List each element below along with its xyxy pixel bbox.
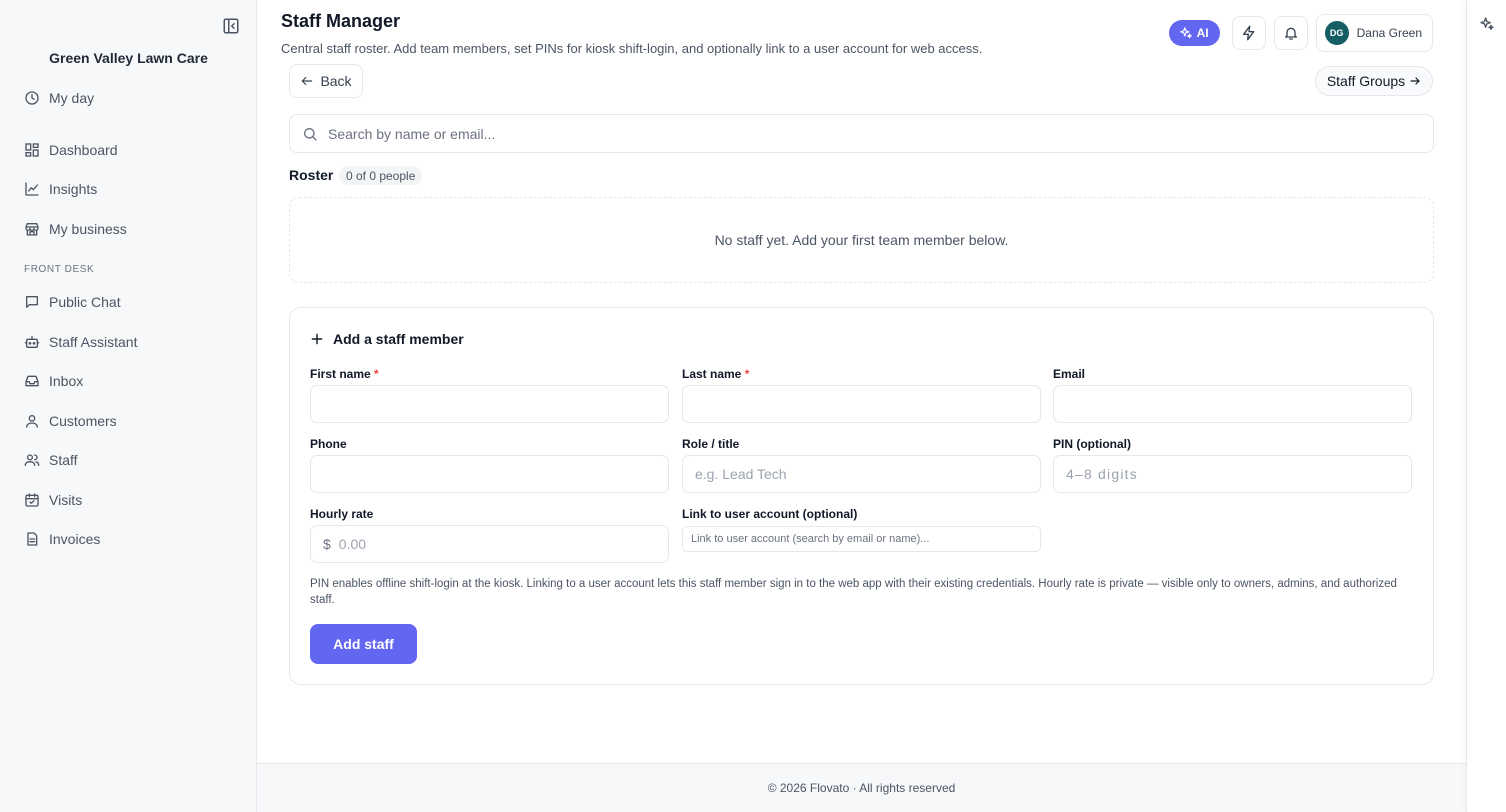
required-mark: * [374, 367, 379, 381]
staff-groups-button[interactable]: Staff Groups [1315, 66, 1433, 96]
first-name-input[interactable] [310, 385, 669, 423]
search-bar [289, 114, 1434, 153]
sidebar-item-invoices[interactable]: Invoices [24, 527, 100, 551]
staff-groups-label: Staff Groups [1326, 73, 1406, 89]
add-staff-heading: Add a staff member [310, 331, 464, 347]
required-mark: * [744, 367, 750, 381]
line-chart-icon [24, 181, 40, 197]
role-label: Role / title [682, 437, 740, 451]
sidebar-item-inbox[interactable]: Inbox [24, 369, 83, 393]
hourly-rate-input[interactable] [338, 536, 656, 552]
page-title: Staff Manager [281, 11, 401, 31]
sidebar-item-label: My business [49, 221, 127, 237]
sidebar-item-label: Dashboard [49, 142, 118, 158]
arrow-right-icon [1409, 75, 1421, 87]
ai-button[interactable]: AI [1168, 20, 1220, 46]
sidebar-item-staff-assistant[interactable]: Staff Assistant [24, 330, 137, 354]
right-rail [1466, 0, 1506, 812]
hourly-rate-field: $ [310, 525, 669, 563]
document-icon [24, 531, 40, 547]
sidebar-item-label: Inbox [49, 373, 84, 389]
add-staff-title: Add a staff member [333, 331, 464, 347]
notifications-button[interactable] [1273, 16, 1308, 50]
store-icon [24, 221, 40, 237]
lightning-icon [1241, 25, 1257, 41]
top-actions: AI DG Dana Green [1168, 14, 1433, 52]
last-name-input[interactable] [682, 385, 1041, 423]
back-button-label: Back [320, 73, 352, 89]
pin-input[interactable] [1053, 455, 1412, 493]
role-input[interactable] [682, 455, 1041, 493]
roster-heading: Roster [289, 167, 334, 183]
roster-empty-state: No staff yet. Add your first team member… [289, 197, 1434, 283]
section-front-desk: FRONT DESK [24, 264, 95, 275]
last-name-label: Last name * [682, 367, 749, 381]
hourly-rate-label: Hourly rate [310, 507, 374, 521]
sidebar-item-my-business[interactable]: My business [24, 217, 127, 241]
currency-prefix: $ [323, 536, 331, 552]
last-name-label-text: Last name [682, 367, 742, 381]
sparkles-icon[interactable] [1479, 16, 1495, 32]
back-button[interactable]: Back [289, 64, 363, 98]
email-label: Email [1053, 367, 1086, 381]
email-input[interactable] [1053, 385, 1412, 423]
add-staff-card: Add a staff member First name * Last nam… [289, 307, 1434, 685]
avatar: DG [1324, 21, 1349, 45]
first-name-label-text: First name [310, 367, 371, 381]
link-account-label: Link to user account (optional) [682, 507, 858, 521]
search-input[interactable] [328, 125, 1421, 142]
arrow-left-icon [300, 74, 314, 88]
pin-label: PIN (optional) [1053, 437, 1131, 451]
inbox-icon [24, 373, 40, 389]
sparkles-icon [1179, 26, 1193, 40]
sidebar-item-label: Insights [49, 181, 98, 197]
footer: © 2026 Flovato · All rights reserved [257, 763, 1466, 812]
bot-icon [24, 334, 40, 350]
form-help-text: PIN enables offline shift-login at the k… [310, 578, 1397, 606]
page-subtitle: Central staff roster. Add team members, … [281, 41, 983, 56]
phone-label: Phone [310, 437, 347, 451]
chat-bubble-icon [24, 294, 40, 310]
dashboard-grid-icon [24, 142, 40, 158]
sidebar-item-label: Customers [49, 413, 117, 429]
add-staff-button[interactable]: Add staff [310, 624, 417, 664]
sidebar-item-insights[interactable]: Insights [24, 177, 97, 201]
link-account-input[interactable] [682, 526, 1041, 552]
sidebar-item-label: Invoices [49, 531, 101, 547]
user-icon [24, 413, 40, 429]
phone-input[interactable] [310, 455, 669, 493]
sidebar-item-dashboard[interactable]: Dashboard [24, 138, 118, 162]
sidebar-item-public-chat[interactable]: Public Chat [24, 290, 121, 314]
plus-icon [310, 332, 324, 346]
business-name: Green Valley Lawn Care [49, 50, 208, 66]
footer-text: © 2026 Flovato · All rights reserved [767, 781, 956, 795]
sidebar-item-label: Public Chat [49, 294, 121, 310]
empty-message: No staff yet. Add your first team member… [714, 232, 1009, 248]
sidebar-item-customers[interactable]: Customers [24, 409, 117, 433]
main-content: Staff Manager Central staff roster. Add … [257, 0, 1466, 812]
clock-icon [24, 90, 40, 106]
sidebar-item-label: Visits [49, 492, 83, 508]
quick-actions-button[interactable] [1231, 16, 1266, 50]
roster-count-badge: 0 of 0 people [339, 166, 423, 185]
calendar-check-icon [24, 492, 40, 508]
user-menu-button[interactable]: DG Dana Green [1315, 14, 1433, 52]
ai-button-label: AI [1196, 26, 1209, 40]
sidebar-item-label: My day [49, 90, 95, 106]
sidebar: Green Valley Lawn Care My day Dashboard … [0, 0, 257, 812]
sidebar-item-visits[interactable]: Visits [24, 488, 82, 512]
bell-icon [1283, 25, 1299, 41]
first-name-label: First name * [310, 367, 379, 381]
users-icon [24, 452, 40, 468]
collapse-sidebar-icon[interactable] [222, 17, 240, 35]
sidebar-item-label: Staff [49, 452, 78, 468]
sidebar-item-label: Staff Assistant [49, 334, 138, 350]
search-icon [302, 126, 318, 142]
sidebar-item-staff[interactable]: Staff [24, 448, 78, 472]
user-name: Dana Green [1356, 26, 1422, 40]
sidebar-item-my-day[interactable]: My day [24, 86, 94, 110]
